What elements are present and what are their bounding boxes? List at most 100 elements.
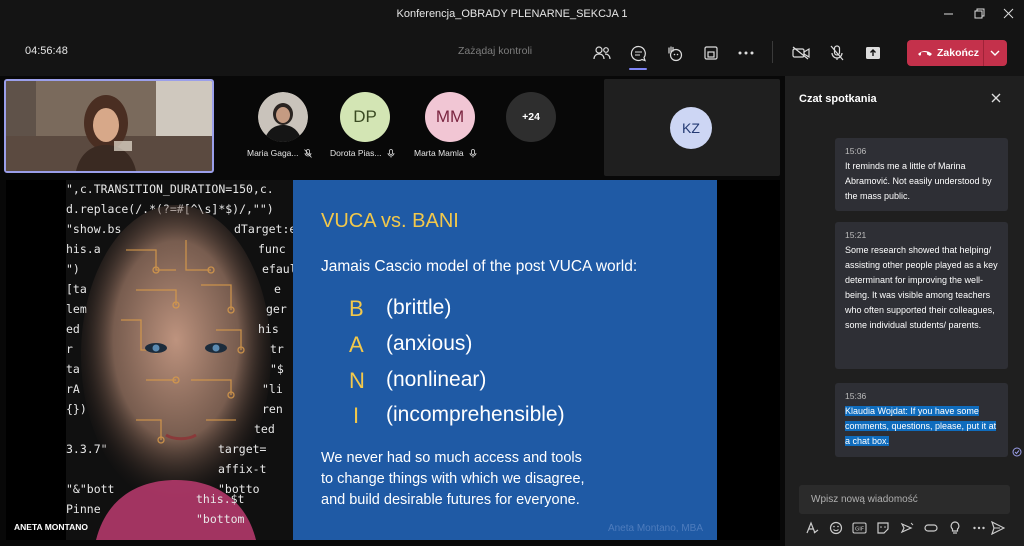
camera-button[interactable] [787, 39, 815, 67]
code-line: his [258, 322, 279, 336]
chat-header: Czat spotkania [799, 93, 877, 105]
slide-paragraph-line: We never had so much access and tools [321, 450, 582, 466]
message-time: 15:36 [845, 391, 867, 401]
presenter-name: ANETA MONTANO [14, 522, 88, 532]
share-tray-icon [866, 47, 880, 59]
participants-button[interactable] [588, 39, 616, 67]
loop-button[interactable] [922, 519, 940, 537]
participant-tile[interactable]: DP [333, 92, 397, 142]
slide-subtitle: Jamais Cascio model of the post VUCA wor… [321, 258, 638, 275]
close-chat-button[interactable] [988, 90, 1004, 106]
slide-paragraph-line: to change things with which we disagree, [321, 471, 585, 487]
share-screen-button[interactable] [859, 39, 887, 67]
participant-tile[interactable]: MM [418, 92, 482, 142]
window-title: Konferencja_OBRADY PLENARNE_SEKCJA 1 [396, 8, 628, 20]
chat-compose-input[interactable] [799, 485, 1010, 514]
emoji-button[interactable] [827, 519, 845, 537]
message-text-selected: Klaudia Wojdat: If you have some comment… [845, 406, 997, 446]
self-video-tile[interactable] [4, 79, 214, 173]
code-line: func [258, 242, 286, 256]
send-icon [991, 521, 1005, 535]
participant-tile-kz[interactable]: KZ [604, 79, 780, 176]
chat-message[interactable]: 15:06 It reminds me a little of Marina A… [835, 138, 1008, 211]
format-button[interactable] [803, 519, 821, 537]
code-line: tr [270, 342, 284, 356]
restore-button[interactable] [967, 4, 991, 26]
more-options-button[interactable] [970, 519, 988, 537]
lightbulb-icon [950, 521, 960, 534]
self-video-image [6, 81, 212, 171]
end-call-button[interactable]: Zakończ [907, 40, 1007, 66]
message-time: 15:21 [845, 230, 867, 240]
participant-name: Dorota Pias... [330, 148, 382, 158]
minimize-icon [943, 13, 953, 15]
hang-up-icon [918, 51, 932, 56]
participant-avatar: KZ [670, 107, 712, 149]
read-receipt-icon [1012, 447, 1022, 457]
code-line: efaul [262, 262, 293, 276]
more-icon [738, 51, 754, 55]
mic-icon [387, 149, 395, 158]
participant-name: Maria Gaga... [247, 148, 299, 158]
svg-text:GIF: GIF [854, 527, 863, 533]
chevron-down-icon[interactable] [987, 46, 1003, 60]
message-text: Some research showed that helping/ assis… [845, 245, 998, 330]
reactions-button[interactable] [660, 39, 688, 67]
sticker-button[interactable] [874, 519, 892, 537]
request-control-button[interactable]: Zażądaj kontroli [458, 45, 532, 57]
mic-muted-icon [304, 149, 312, 159]
participant-avatar: MM [425, 92, 475, 142]
more-icon [973, 526, 985, 530]
participant-name-row: Maria Gaga... [247, 148, 312, 159]
shared-screen: ",c.TRANSITION_DURATION=150,c. d.replace… [6, 180, 780, 540]
meeting-chat-panel: Czat spotkania 15:06 It reminds me a lit… [785, 76, 1024, 546]
chat-button[interactable] [624, 39, 652, 70]
slide-paragraph-line: and build desirable futures for everyone… [321, 492, 580, 508]
chat-message[interactable]: 15:21 Some research showed that helping/… [835, 222, 1008, 369]
meet-now-button[interactable] [898, 519, 916, 537]
overflow-participants-button[interactable]: +24 [499, 92, 563, 142]
praise-button[interactable] [946, 519, 964, 537]
people-icon [593, 46, 611, 60]
participant-name-row: Marta Mamla [414, 148, 477, 158]
send-forward-icon [900, 522, 914, 534]
send-button[interactable] [989, 519, 1007, 537]
code-line: dTarget:e [234, 222, 293, 236]
title-bar: Konferencja_OBRADY PLENARNE_SEKCJA 1 [0, 0, 1024, 30]
bani-word: (incomprehensible) [386, 403, 565, 426]
end-call-divider [983, 40, 984, 66]
code-line: "li [262, 382, 283, 396]
restore-icon [974, 8, 984, 19]
rooms-button[interactable] [697, 39, 725, 67]
more-actions-button[interactable] [732, 39, 760, 67]
mic-icon [469, 149, 477, 158]
chat-message[interactable]: 15:36 Klaudia Wojdat: If you have some c… [835, 383, 1008, 457]
message-text-wrap: Klaudia Wojdat: If you have some comment… [845, 404, 998, 449]
toolbar-divider [772, 41, 773, 63]
minimize-button[interactable] [936, 4, 960, 26]
close-icon [1003, 8, 1013, 19]
emoji-icon [829, 521, 843, 535]
participant-avatar: DP [340, 92, 390, 142]
bani-word: (brittle) [386, 296, 452, 319]
overflow-count: +24 [506, 92, 556, 142]
end-call-label: Zakończ [937, 47, 980, 59]
gif-button[interactable]: GIF [850, 519, 868, 537]
loop-icon [924, 524, 938, 532]
code-line: "bottom [196, 512, 245, 526]
meeting-timer: 04:56:48 [25, 45, 68, 57]
bani-word: (nonlinear) [386, 368, 487, 391]
chat-bubble-icon [630, 45, 646, 61]
code-line: target= [218, 442, 267, 456]
participant-name: Marta Mamla [414, 148, 464, 158]
code-line: ger [266, 302, 287, 316]
mic-button[interactable] [823, 39, 851, 67]
code-line: this.$t [196, 492, 245, 506]
code-line: e [274, 282, 281, 296]
close-window-button[interactable] [996, 4, 1020, 26]
code-line: ren [262, 402, 283, 416]
participant-tile[interactable] [251, 92, 315, 142]
meeting-stage: Maria Gaga... DP Dorota Pias... MM Marta… [0, 76, 785, 546]
mic-off-icon [830, 45, 844, 61]
bani-word: (anxious) [386, 332, 473, 355]
